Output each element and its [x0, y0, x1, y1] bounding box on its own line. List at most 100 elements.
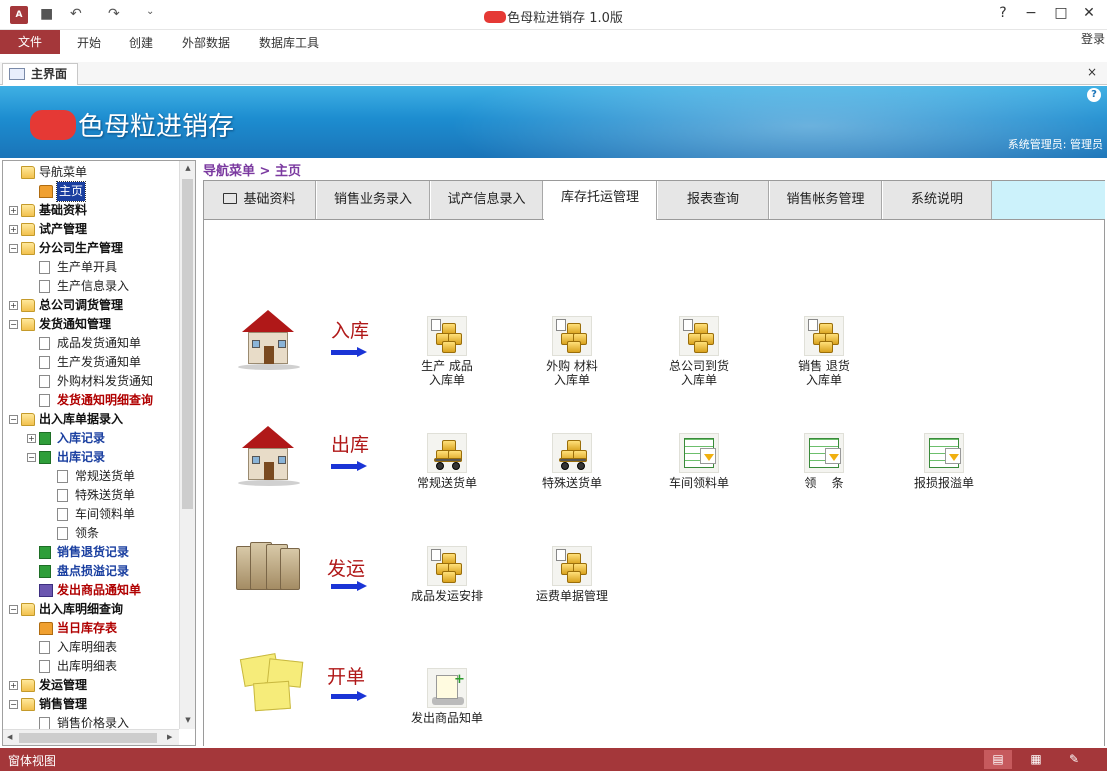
document-icon — [39, 641, 50, 654]
tree-item[interactable]: + 基础资料 — [3, 201, 179, 220]
maximize-button[interactable]: □ — [1050, 5, 1072, 21]
tree-item[interactable]: + 发运管理 — [3, 676, 179, 695]
collapse-icon[interactable]: − — [9, 700, 18, 709]
tree-list: 导航菜单 主页 + 基础资料 + 试产管理 − 分公司生产管理 生产单开具 生产信息录入 + 总公司调… — [3, 163, 179, 733]
tab-inventory-shipping[interactable]: 库存托运管理 — [544, 181, 657, 220]
title-bar: A ■ ↶ ↷ ⌄ 色母粒进销存 1.0版 ? − □ ✕ — [0, 0, 1107, 30]
expand-icon[interactable]: + — [9, 206, 18, 215]
action-label: 销售 退货 — [798, 359, 850, 373]
tab-reports[interactable]: 报表查询 — [658, 181, 769, 219]
gold-stack-icon — [804, 316, 844, 356]
action-sales-return-inbound[interactable]: 销售 退货 入库单 — [774, 316, 874, 387]
tree-item[interactable]: 常规送货单 — [3, 467, 179, 486]
action-label: 入库单 — [428, 373, 465, 387]
collapse-icon[interactable]: − — [9, 415, 18, 424]
tree-item[interactable]: 特殊送货单 — [3, 486, 179, 505]
datasheet-view-icon[interactable]: ▦ — [1022, 750, 1050, 769]
redaction-mark — [30, 110, 76, 140]
tree-item[interactable]: − 分公司生产管理 — [3, 239, 179, 258]
form-view-icon[interactable]: ▤ — [984, 750, 1012, 769]
horizontal-scrollbar[interactable]: ◀ ▶ — [3, 729, 179, 745]
scrollbar-thumb[interactable] — [19, 733, 157, 743]
action-loss-gain-report[interactable]: 报损报溢单 — [894, 433, 994, 490]
scroll-down-icon[interactable]: ▼ — [180, 716, 195, 724]
tab-sales-entry[interactable]: 销售业务录入 — [317, 181, 430, 219]
tree-item[interactable]: 外购材料发货通知 — [3, 372, 179, 391]
tree-item[interactable]: − 出入库明细查询 — [3, 600, 179, 619]
tree-item[interactable]: − 销售管理 — [3, 695, 179, 714]
tab-label: 系统说明 — [910, 192, 963, 207]
action-freight-documents[interactable]: 运费单据管理 — [522, 546, 622, 603]
expand-icon[interactable]: + — [9, 225, 18, 234]
expand-icon[interactable]: + — [9, 301, 18, 310]
collapse-icon[interactable]: − — [9, 605, 18, 614]
tree-item[interactable]: 发货通知明细查询 — [3, 391, 179, 410]
help-button[interactable]: ? — [992, 5, 1014, 21]
help-icon[interactable]: ? — [1087, 88, 1101, 102]
tree-item[interactable]: 发出商品通知单 — [3, 581, 179, 600]
scroll-up-icon[interactable]: ▲ — [180, 164, 195, 172]
tree-item[interactable]: 销售退货记录 — [3, 543, 179, 562]
tree-item[interactable]: − 出库记录 — [3, 448, 179, 467]
collapse-icon[interactable]: − — [9, 320, 18, 329]
expand-icon[interactable]: + — [9, 681, 18, 690]
tree-item[interactable]: 领条 — [3, 524, 179, 543]
gold-stack-icon — [679, 316, 719, 356]
design-view-icon[interactable]: ✎ — [1060, 750, 1088, 769]
login-link[interactable]: 登录 — [1081, 30, 1105, 47]
collapse-icon[interactable]: − — [27, 453, 36, 462]
ribbon-tab-database-tools[interactable]: 数据库工具 — [259, 34, 319, 51]
scrollbar-thumb[interactable] — [182, 179, 193, 509]
action-hq-arrival-inbound[interactable]: 总公司到货 入库单 — [649, 316, 749, 387]
tree-item[interactable]: 导航菜单 — [3, 163, 179, 182]
tree-item[interactable]: 生产信息录入 — [3, 277, 179, 296]
action-requisition-slip[interactable]: 领 条 — [774, 433, 874, 490]
tree-item[interactable]: 车间领料单 — [3, 505, 179, 524]
scroll-right-icon[interactable]: ▶ — [167, 733, 172, 741]
scroll-left-icon[interactable]: ◀ — [7, 733, 12, 741]
tab-basic-data[interactable]: 基础资料 — [204, 181, 316, 219]
close-window-button[interactable]: ✕ — [1078, 5, 1100, 21]
action-regular-delivery[interactable]: 常规送货单 — [397, 433, 497, 490]
home-icon — [39, 622, 53, 635]
ribbon-tab-home[interactable]: 开始 — [77, 34, 101, 51]
close-document-icon[interactable]: × — [1087, 65, 1097, 79]
tree-item[interactable]: 盘点损溢记录 — [3, 562, 179, 581]
tree-item-label: 当日库存表 — [57, 621, 118, 635]
tree-item[interactable]: 生产单开具 — [3, 258, 179, 277]
tab-sales-accounts[interactable]: 销售帐务管理 — [770, 181, 882, 219]
tree-item[interactable]: − 发货通知管理 — [3, 315, 179, 334]
tree-item[interactable]: + 入库记录 — [3, 429, 179, 448]
tree-item[interactable]: − 出入库单据录入 — [3, 410, 179, 429]
minimize-button[interactable]: − — [1020, 5, 1042, 21]
action-production-inbound[interactable]: 生产 成品 入库单 — [397, 316, 497, 387]
tree-item[interactable]: + 总公司调货管理 — [3, 296, 179, 315]
tree-item[interactable]: 成品发货通知单 — [3, 334, 179, 353]
tree-item[interactable]: 生产发货通知单 — [3, 353, 179, 372]
ribbon-tab-create[interactable]: 创建 — [129, 34, 153, 51]
action-label: 特殊送货单 — [541, 476, 602, 490]
tree-item[interactable]: 当日库存表 — [3, 619, 179, 638]
action-workshop-requisition[interactable]: 车间领料单 — [649, 433, 749, 490]
expand-icon[interactable]: + — [27, 434, 36, 443]
document-tab-main[interactable]: 主界面 — [2, 63, 78, 85]
action-purchase-inbound[interactable]: 外购 材料 入库单 — [522, 316, 622, 387]
tab-system-help[interactable]: 系统说明 — [883, 181, 992, 219]
tab-trial-production[interactable]: 试产信息录入 — [431, 181, 543, 219]
tree-item[interactable]: 入库明细表 — [3, 638, 179, 657]
vertical-scrollbar[interactable]: ▲ ▼ — [179, 161, 195, 729]
action-goods-notice[interactable]: + 发出商品知单 — [397, 668, 497, 725]
collapse-icon[interactable]: − — [9, 244, 18, 253]
tree-item[interactable]: 出库明细表 — [3, 657, 179, 676]
navigation-tree[interactable]: 导航菜单 主页 + 基础资料 + 试产管理 − 分公司生产管理 生产单开具 生产信息录入 + 总公司调… — [2, 160, 196, 746]
action-finished-shipping-plan[interactable]: 成品发运安排 — [397, 546, 497, 603]
tree-item-label: 盘点损溢记录 — [57, 564, 130, 578]
tree-item-label: 主页 — [55, 181, 87, 202]
file-tab[interactable]: 文件 — [0, 30, 60, 54]
tree-item[interactable]: + 试产管理 — [3, 220, 179, 239]
tree-item-label: 销售退货记录 — [57, 545, 130, 559]
document-tab-bar: 主界面 × — [0, 62, 1107, 85]
tree-item[interactable]: 主页 — [3, 181, 179, 202]
action-special-delivery[interactable]: 特殊送货单 — [522, 433, 622, 490]
ribbon-tab-external-data[interactable]: 外部数据 — [182, 34, 230, 51]
